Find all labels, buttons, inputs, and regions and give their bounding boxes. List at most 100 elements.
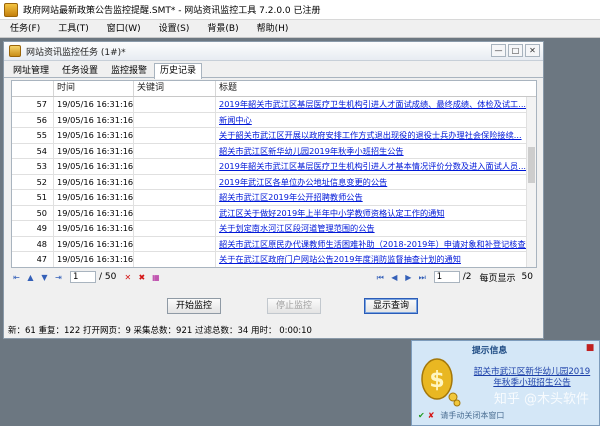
per-page-value[interactable]: 50 — [522, 272, 533, 282]
maximize-icon[interactable]: □ — [508, 44, 523, 57]
table-row[interactable]: 48 19/05/16 16:31:16 韶关市武江区原民办代课教师生活困难补助（2… — [12, 236, 536, 252]
table-header: 时间 关键词 标题 — [12, 81, 536, 97]
menu-tools[interactable]: 工具(T) — [48, 20, 97, 38]
monitor-task-window: 网站资讯监控任务 (1#)* — □ ✕ 网址管理 任务设置 监控报警 历史记录… — [3, 41, 544, 339]
app-titlebar: 政府网站最新政策公告监控提醒.SMT* - 网站资讯监控工具 7.2.0.0 已… — [0, 0, 600, 20]
menu-help[interactable]: 帮助(H) — [247, 20, 297, 38]
page-number-input[interactable]: 1 — [433, 271, 460, 283]
current-row-input[interactable]: 1 — [70, 271, 96, 283]
table-row[interactable]: 53 19/05/16 16:31:16 2019年韶关市武江区基层医疗卫生机构引进… — [12, 159, 536, 175]
show-query-button[interactable]: 显示查询 — [364, 298, 418, 314]
tab-history[interactable]: 历史记录 — [154, 63, 203, 79]
menu-bar: 任务(F) 工具(T) 窗口(W) 设置(S) 背景(B) 帮助(H) — [0, 20, 600, 38]
menu-task[interactable]: 任务(F) — [0, 20, 48, 38]
row-keyword — [134, 252, 216, 267]
tab-task-settings[interactable]: 任务设置 — [56, 63, 104, 78]
row-time: 19/05/16 16:31:16 — [54, 205, 134, 220]
row-title-link[interactable]: 关于在武江区政府门户网站公告2019年度消防监督抽查计划的通知 — [216, 252, 526, 267]
notification-footer: ✔ ✘ 请手动关闭本窗口 — [418, 410, 504, 421]
first-page-nav-icon[interactable]: ⏮ — [375, 272, 386, 283]
row-time: 19/05/16 16:31:16 — [54, 97, 134, 112]
row-title-link[interactable]: 2019年韶关市武江区基层医疗卫生机构引进人才基本情况评价分数及进入面试人员..… — [216, 159, 526, 174]
column-header-title[interactable]: 标题 — [216, 81, 536, 96]
row-number: 57 — [12, 97, 54, 112]
window-controls: — □ ✕ — [491, 44, 540, 57]
row-title-link[interactable]: 韶关市武江区新华幼儿园2019年秋季小班招生公告 — [216, 144, 526, 159]
notification-title: 提示信息 — [472, 345, 508, 356]
menu-settings[interactable]: 设置(S) — [149, 20, 198, 38]
menu-background[interactable]: 背景(B) — [197, 20, 246, 38]
filter-icon[interactable]: ▦ — [150, 272, 161, 283]
column-header-time[interactable]: 时间 — [54, 81, 134, 96]
menu-window[interactable]: 窗口(W) — [97, 20, 149, 38]
row-title-link[interactable]: 关于韶关市武江区开展以政府安排工作方式退出现役的退役士兵办理社会保险接续... — [216, 128, 526, 143]
column-header-keyword[interactable]: 关键词 — [134, 81, 216, 96]
row-keyword — [134, 190, 216, 205]
row-title-link[interactable]: 韶关市武江区原民办代课教师生活困难补助（2018-2019年）申请对象和补登记核… — [216, 237, 526, 252]
table-row[interactable]: 52 19/05/16 16:31:16 2019年武江区各单位办公地址信息变更的公… — [12, 174, 536, 190]
table-row[interactable]: 55 19/05/16 16:31:16 关于韶关市武江区开展以政府安排工作方式退出… — [12, 128, 536, 144]
row-time: 19/05/16 16:31:16 — [54, 174, 134, 189]
next-page-icon[interactable]: ▶ — [403, 272, 414, 283]
row-number: 54 — [12, 143, 54, 158]
history-table: 时间 关键词 标题 57 19/05/16 16:31:16 2019年韶关市武江区… — [11, 80, 537, 268]
row-keyword — [134, 205, 216, 220]
row-keyword — [134, 128, 216, 143]
prev-page-icon[interactable]: ◀ — [389, 272, 400, 283]
notification-message-link[interactable]: 韶关市武江区新华幼儿园2019年秋季小班招生公告 — [472, 367, 592, 389]
row-number: 47 — [12, 252, 54, 267]
page-total-label: /2 — [462, 272, 472, 282]
row-title-link[interactable]: 关于划定南水河江区段河道管理范围的公告 — [216, 221, 526, 236]
vertical-scrollbar[interactable] — [526, 97, 536, 267]
row-title-link[interactable]: 韶关市武江区2019年公开招聘教师公告 — [216, 190, 526, 205]
table-row[interactable]: 56 19/05/16 16:31:16 新闻中心 — [12, 112, 536, 128]
notification-popup: 提示信息 ■ $ 韶关市武江区新华幼儿园2019年秋季小班招生公告 ✔ ✘ 请手… — [411, 340, 600, 426]
close-icon[interactable]: ✕ — [525, 44, 540, 57]
row-number: 55 — [12, 128, 54, 143]
last-page-icon[interactable]: ⇥ — [53, 272, 64, 283]
app-title: 政府网站最新政策公告监控提醒.SMT* - 网站资讯监控工具 7.2.0.0 已… — [23, 6, 321, 16]
delete-icon[interactable]: ✕ — [122, 272, 133, 283]
scrollbar-thumb[interactable] — [528, 147, 535, 183]
row-title-link[interactable]: 2019年韶关市武江区基层医疗卫生机构引进人才面试成绩、最终成绩、体检及试工..… — [216, 97, 526, 112]
delete-all-icon[interactable]: ✖ — [136, 272, 147, 283]
table-row[interactable]: 50 19/05/16 16:31:16 武江区关于做好2019年上半年中小学教师资… — [12, 205, 536, 221]
row-title-link[interactable]: 2019年武江区各单位办公地址信息变更的公告 — [216, 175, 526, 190]
table-row[interactable]: 47 19/05/16 16:31:16 关于在武江区政府门户网站公告2019年度消… — [12, 252, 536, 267]
row-keyword — [134, 97, 216, 112]
coin-icon: $ — [421, 358, 461, 407]
last-page-nav-icon[interactable]: ⏭ — [417, 272, 428, 283]
row-number: 49 — [12, 221, 54, 236]
confirm-check-icon[interactable]: ✔ — [418, 411, 425, 420]
column-header-no[interactable] — [12, 81, 54, 96]
start-monitor-button[interactable]: 开始监控 — [167, 298, 221, 314]
tab-monitor-alarm[interactable]: 监控报警 — [105, 63, 153, 78]
table-row[interactable]: 49 19/05/16 16:31:16 关于划定南水河江区段河道管理范围的公告 — [12, 221, 536, 237]
notification-footer-text: 请手动关闭本窗口 — [440, 411, 505, 420]
row-time: 19/05/16 16:31:16 — [54, 128, 134, 143]
up-icon[interactable]: ▲ — [25, 272, 36, 283]
per-page-label: 每页显示 — [479, 273, 516, 284]
first-page-icon[interactable]: ⇤ — [11, 272, 22, 283]
down-icon[interactable]: ▼ — [39, 272, 50, 283]
row-number: 50 — [12, 205, 54, 220]
row-keyword — [134, 174, 216, 189]
row-title-link[interactable]: 武江区关于做好2019年上半年中小学教师资格认定工作的通知 — [216, 206, 526, 221]
table-row[interactable]: 57 19/05/16 16:31:16 2019年韶关市武江区基层医疗卫生机构引进… — [12, 97, 536, 113]
table-row[interactable]: 54 19/05/16 16:31:16 韶关市武江区新华幼儿园2019年秋季小班招… — [12, 143, 536, 159]
child-titlebar: 网站资讯监控任务 (1#)* — □ ✕ — [4, 42, 543, 61]
row-keyword — [134, 143, 216, 158]
app-icon — [4, 2, 18, 17]
pager-toolbar: ⇤ ▲ ▼ ⇥ 1 / 50 ✕ ✖ ▦ ⏮ ◀ ▶ ⏭ 1 /2 每页显示 5… — [11, 270, 537, 284]
row-keyword — [134, 159, 216, 174]
minimize-icon[interactable]: — — [491, 44, 506, 57]
dismiss-x-icon[interactable]: ✘ — [428, 411, 435, 420]
row-total-label: / 50 — [99, 272, 117, 282]
row-title-link[interactable]: 新闻中心 — [216, 113, 526, 128]
table-row[interactable]: 51 19/05/16 16:31:16 韶关市武江区2019年公开招聘教师公告 — [12, 190, 536, 206]
notification-close-icon[interactable]: ■ — [585, 344, 595, 354]
watermark: 知乎 @木头软件 — [493, 392, 589, 407]
stop-monitor-button[interactable]: 停止监控 — [267, 298, 321, 314]
tab-url-management[interactable]: 网址管理 — [7, 63, 55, 78]
row-time: 19/05/16 16:31:16 — [54, 236, 134, 251]
